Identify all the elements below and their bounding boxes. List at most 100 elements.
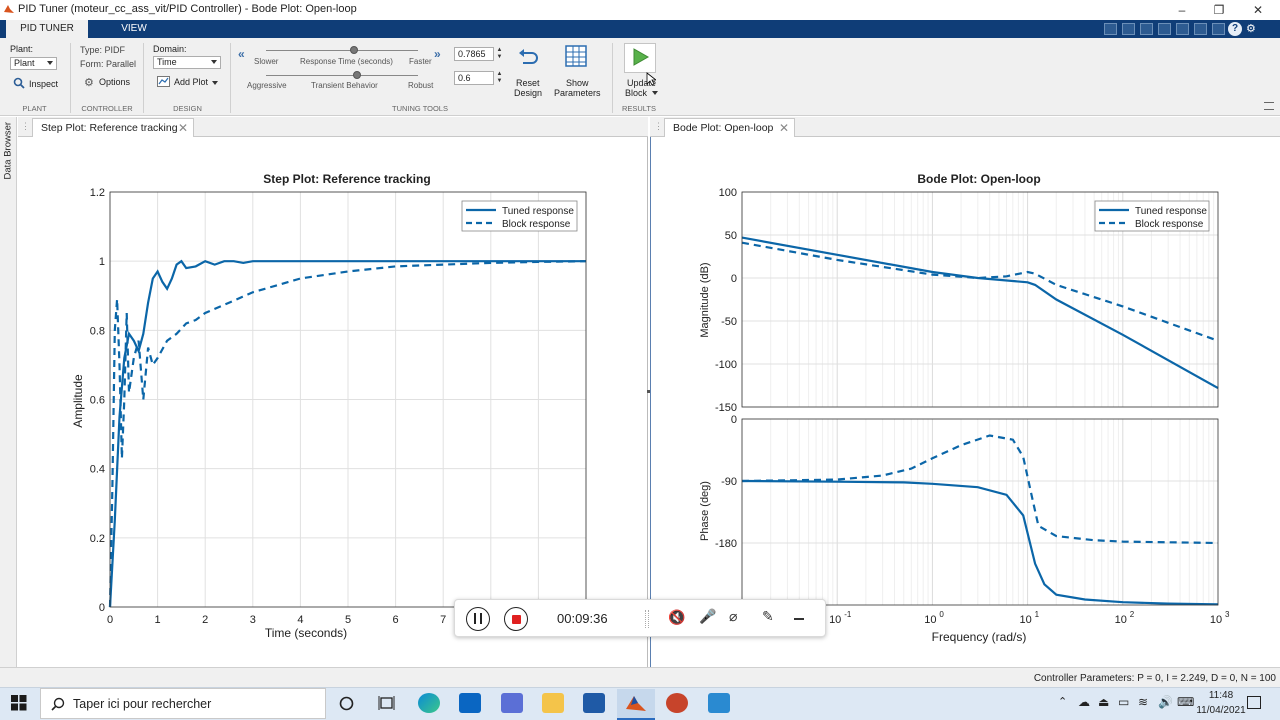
maximize-button[interactable]: ❐	[1204, 1, 1234, 19]
file-explorer-icon[interactable]	[542, 693, 564, 713]
camera-off-icon[interactable]: ⌀	[729, 608, 737, 625]
drag-handle-icon[interactable]	[645, 610, 649, 628]
add-plot-button[interactable]: Add Plot	[174, 77, 208, 87]
frequency-tick-label: 10	[829, 614, 841, 626]
splitter-handle[interactable]	[647, 390, 650, 393]
response-time-spinner[interactable]: ▲ ▼	[495, 47, 504, 61]
copy-icon[interactable]	[1140, 23, 1153, 35]
faster-arrow-icon[interactable]: »	[434, 47, 441, 61]
legend-label-block: Block response	[1135, 219, 1204, 230]
reset-design-icon[interactable]	[517, 47, 539, 67]
tab-view[interactable]: VIEW	[100, 20, 168, 38]
tab-bode-plot[interactable]: Bode Plot: Open-loop ✕	[664, 118, 795, 137]
taskbar-search-box[interactable]: Taper ici pour rechercher	[40, 688, 326, 719]
close-icon[interactable]: ✕	[779, 119, 789, 137]
battery-icon[interactable]: ▭	[1118, 695, 1129, 709]
window-title-bar: PID Tuner (moteur_cc_ass_vit/PID Control…	[0, 0, 1280, 20]
bode-plot-legend: Tuned response Block response	[1094, 200, 1210, 232]
drag-handle-icon[interactable]: ⋮	[21, 121, 30, 132]
frequency-tick-exponent: 2	[1130, 610, 1135, 619]
minimize-recorder-icon[interactable]	[794, 618, 804, 620]
powerpoint-icon[interactable]	[666, 693, 688, 713]
parameters-table-icon[interactable]	[565, 45, 587, 67]
app-icon[interactable]	[708, 693, 730, 713]
microphone-icon[interactable]: 🎤	[699, 608, 716, 625]
x-tick-label: 2	[202, 614, 208, 626]
gear-icon: ⚙	[84, 77, 94, 89]
wifi-icon[interactable]: ≋	[1138, 695, 1148, 709]
bode-plot-chart[interactable]: Bode Plot: Open-loop Frequency (rad/s) M…	[650, 137, 1280, 667]
y-tick-label: 1.2	[90, 187, 105, 199]
response-time-field[interactable]: 0.7865	[454, 47, 494, 61]
word-icon[interactable]	[583, 693, 605, 713]
ribbon-tab-strip	[0, 20, 1280, 38]
transient-behavior-field[interactable]: 0.6	[454, 71, 494, 85]
step-plot-chart[interactable]: Step Plot: Reference tracking Time (seco…	[18, 137, 648, 667]
pause-icon-bar	[474, 613, 476, 624]
transient-behavior-slider[interactable]	[266, 75, 418, 76]
app-icon[interactable]	[501, 693, 523, 713]
close-button[interactable]: ✕	[1243, 1, 1273, 19]
window-title: PID Tuner (moteur_cc_ass_vit/PID Control…	[18, 3, 357, 15]
paste-icon[interactable]	[1158, 23, 1171, 35]
x-tick-label: 3	[250, 614, 256, 626]
windows-start-icon[interactable]	[11, 695, 27, 711]
help-icon[interactable]: ?	[1228, 22, 1242, 36]
transient-behavior-label: Transient Behavior	[311, 81, 378, 90]
reset-label-1[interactable]: Reset	[516, 78, 540, 88]
pause-icon-bar	[480, 613, 482, 624]
cloud-icon[interactable]: ☁	[1078, 695, 1090, 709]
data-browser-tab[interactable]: Data Browser	[3, 120, 14, 180]
chevron-down-icon[interactable]	[212, 81, 218, 85]
chevron-up-icon[interactable]: ⌃	[1058, 695, 1067, 708]
taskbar-date[interactable]: 11/04/2021	[1193, 705, 1249, 716]
show-label-2[interactable]: Parameters	[554, 88, 601, 98]
minimize-button[interactable]: –	[1167, 1, 1197, 19]
tab-pid-tuner[interactable]: PID TUNER	[6, 20, 88, 38]
tab-step-plot[interactable]: Step Plot: Reference tracking ✕	[32, 118, 194, 137]
slower-label: Slower	[254, 57, 279, 66]
taskbar-time[interactable]: 11:48	[1196, 690, 1246, 701]
keyboard-icon[interactable]: ⌨	[1177, 695, 1194, 709]
controller-form: Form: Parallel	[80, 59, 137, 69]
options-button[interactable]: Options	[99, 77, 130, 87]
redo-icon[interactable]	[1194, 23, 1207, 35]
response-time-slider[interactable]	[266, 50, 418, 51]
magnitude-tick-label: -150	[715, 402, 737, 414]
cut-icon[interactable]	[1122, 23, 1135, 35]
transient-behavior-spinner[interactable]: ▲ ▼	[495, 71, 504, 85]
step-plot-legend: Tuned response Block response	[461, 200, 578, 232]
legend-label-tuned: Tuned response	[502, 206, 574, 217]
magnitude-tick-label: 0	[731, 273, 737, 285]
usb-icon[interactable]: ⏏	[1098, 695, 1109, 709]
plant-dropdown[interactable]: Plant	[10, 57, 57, 70]
domain-dropdown[interactable]: Time	[153, 56, 221, 69]
chevron-down-icon[interactable]	[652, 91, 658, 95]
layout-icon[interactable]	[1212, 23, 1225, 35]
inspect-button[interactable]: Inspect	[29, 79, 58, 89]
save-icon[interactable]	[1104, 23, 1117, 35]
pen-icon[interactable]: ✎	[762, 608, 774, 625]
reset-label-2[interactable]: Design	[514, 88, 542, 98]
slower-arrow-icon[interactable]: «	[238, 47, 245, 61]
settings-icon[interactable]: ⚙	[1246, 22, 1260, 36]
close-icon[interactable]: ✕	[178, 119, 188, 137]
results-section-label: RESULTS	[621, 104, 657, 113]
show-label-1[interactable]: Show	[566, 78, 589, 88]
speaker-muted-icon[interactable]: 🔇	[668, 609, 685, 626]
mail-icon[interactable]	[459, 693, 481, 713]
collapse-ribbon-icon[interactable]	[1264, 102, 1274, 110]
undo-icon[interactable]	[1176, 23, 1189, 35]
update-label-2[interactable]: Block	[625, 88, 647, 98]
volume-icon[interactable]: 🔊	[1158, 695, 1173, 709]
plant-section-label: PLANT	[22, 104, 47, 113]
notifications-icon[interactable]	[1247, 696, 1261, 709]
edge-icon[interactable]	[418, 693, 440, 713]
phase-tick-label: -90	[721, 476, 737, 488]
step-plot-ylabel: Amplitude	[71, 374, 85, 428]
search-icon	[51, 697, 65, 711]
cortana-icon[interactable]	[339, 696, 354, 711]
task-view-icon[interactable]	[378, 695, 395, 711]
pause-button[interactable]	[466, 607, 490, 631]
drag-handle-icon[interactable]: ⋮	[654, 121, 663, 132]
